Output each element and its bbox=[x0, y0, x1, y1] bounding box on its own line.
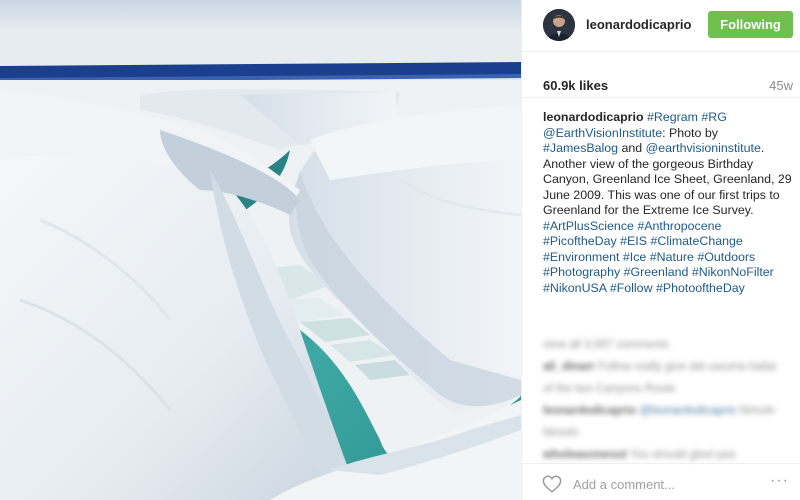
mention-link[interactable]: @EarthVisionInstitute bbox=[543, 126, 662, 140]
hashtag-link[interactable]: #Ice bbox=[623, 250, 646, 264]
post-footer: ··· bbox=[522, 463, 800, 500]
hashtag-link[interactable]: #NikonUSA bbox=[543, 281, 606, 295]
hashtag-link[interactable]: #Anthropocene bbox=[637, 219, 721, 233]
hashtag-link[interactable]: #Regram bbox=[647, 110, 698, 124]
hashtag-link[interactable]: #PhotooftheDay bbox=[656, 281, 745, 295]
likes-count[interactable]: 60.9k likes bbox=[543, 78, 608, 93]
hashtag-link[interactable]: #RG bbox=[701, 110, 726, 124]
hashtag-link[interactable]: #JamesBalog bbox=[543, 141, 618, 155]
caption-text: #Regram #RG @EarthVisionInstitute: Photo… bbox=[543, 110, 792, 295]
post-time[interactable]: 45w bbox=[769, 78, 793, 93]
hashtag-link[interactable]: #NikonNoFilter bbox=[692, 265, 774, 279]
add-comment-input[interactable] bbox=[573, 473, 763, 495]
caption-text-segment: : Photo by bbox=[662, 125, 718, 140]
hashtag-link[interactable]: #Greenland bbox=[624, 265, 689, 279]
post-photo[interactable] bbox=[0, 0, 521, 500]
heart-icon[interactable] bbox=[542, 475, 562, 493]
header-username-link[interactable]: leonardodicaprio bbox=[586, 17, 691, 32]
more-options-icon[interactable]: ··· bbox=[770, 472, 789, 490]
caption-text-segment: and bbox=[618, 141, 646, 155]
hashtag-link[interactable]: #ArtPlusScience bbox=[543, 219, 634, 233]
hashtag-link[interactable]: #ClimateChange bbox=[650, 234, 742, 248]
hashtag-link[interactable]: #Nature bbox=[650, 250, 694, 264]
hashtag-link[interactable]: #Photography bbox=[543, 265, 620, 279]
comment-row: wholeasoneout You should gleel pee bbox=[543, 449, 737, 461]
hashtag-link[interactable]: #Outdoors bbox=[697, 250, 755, 264]
comment-row: Nimoln bbox=[543, 427, 579, 439]
post-caption: leonardodicaprio #Regram #RG @EarthVisio… bbox=[543, 110, 795, 296]
post-header: leonardodicaprio Following bbox=[522, 0, 800, 52]
following-button[interactable]: Following bbox=[708, 11, 793, 38]
avatar[interactable] bbox=[543, 9, 575, 41]
post-meta: 60.9k likes 45w bbox=[522, 52, 800, 98]
hashtag-link[interactable]: #PicoftheDay bbox=[543, 234, 617, 248]
greenland-ice-canyon-image bbox=[0, 0, 521, 500]
avatar-photo bbox=[543, 9, 575, 41]
hashtag-link[interactable]: #Follow bbox=[610, 281, 653, 295]
view-all-comments-link[interactable]: view all 3,087 comments bbox=[543, 338, 795, 353]
mention-link[interactable]: @earthvisioninstitute bbox=[646, 141, 761, 155]
hashtag-link[interactable]: #Environment bbox=[543, 250, 619, 264]
hashtag-link[interactable]: #EIS bbox=[620, 234, 647, 248]
comment-row: leonardodicaprio @leonardodicaprio Nimol… bbox=[543, 405, 776, 417]
blurred-comments: view all 3,087 comments ali_dinarr Follo… bbox=[543, 338, 795, 470]
comment-row: ali_dinarr Follow really give dat uwuma … bbox=[543, 361, 777, 373]
caption-username-link[interactable]: leonardodicaprio bbox=[543, 110, 644, 124]
post-detail-panel: leonardodicaprio Following 60.9k likes 4… bbox=[521, 0, 800, 500]
comment-row: of the two Canyons Route bbox=[543, 383, 676, 395]
